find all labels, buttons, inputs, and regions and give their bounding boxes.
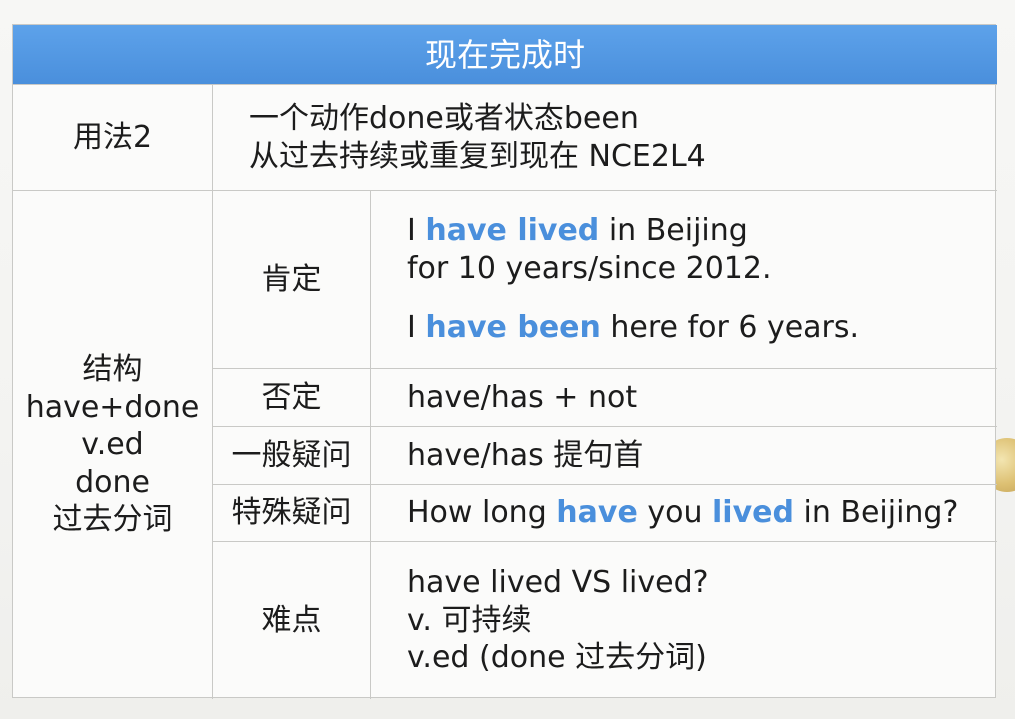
text: in Beijing? <box>793 495 959 531</box>
text: How long <box>407 495 557 531</box>
usage-line-1: 一个动作done或者状态been <box>249 101 639 136</box>
difficulty-line-2: v. 可持续 <box>407 602 532 638</box>
usage-line-2: 从过去持续或重复到现在 NCE2L4 <box>249 138 706 174</box>
highlight-text: lived <box>712 495 794 531</box>
slide-background: 现在完成时 用法2 一个动作done或者状态been 从过去持续或重复到现在 N… <box>0 0 1015 719</box>
structure-cell: 结构 have+done v.ed done 过去分词 <box>13 191 213 699</box>
highlight-text: have lived <box>425 213 600 249</box>
highlight-text: have been <box>425 310 601 346</box>
text: I <box>407 310 426 346</box>
structure-line: done <box>75 464 150 500</box>
special-question-label: 特殊疑问 <box>213 485 371 542</box>
structure-line: v.ed <box>81 427 144 463</box>
affirmative-label: 肯定 <box>213 191 371 369</box>
negative-content: have/has + not <box>371 369 997 427</box>
text: in Beijing <box>599 213 748 249</box>
affirmative-example-1-cont: for 10 years/since 2012. <box>407 250 772 286</box>
structure-line: have+done <box>25 389 200 425</box>
usage-description: 一个动作done或者状态been 从过去持续或重复到现在 NCE2L4 <box>213 85 997 191</box>
structure-line: 过去分词 <box>52 502 173 538</box>
difficulty-content: have lived VS lived? v. 可持续 v.ed (done 过… <box>371 542 997 699</box>
difficulty-line-1: have lived VS lived? <box>407 565 709 601</box>
affirmative-example-1: I have lived in Beijing <box>407 212 748 250</box>
table-title: 现在完成时 <box>13 25 997 85</box>
highlight-text: have <box>556 495 638 531</box>
text: here for 6 years. <box>600 310 860 346</box>
structure-line: 结构 <box>82 352 143 388</box>
special-question-content: How long have you lived in Beijing? <box>371 485 997 542</box>
general-question-label: 一般疑问 <box>213 427 371 485</box>
difficulty-line-3: v.ed (done 过去分词) <box>407 640 707 676</box>
grammar-table: 现在完成时 用法2 一个动作done或者状态been 从过去持续或重复到现在 N… <box>12 24 997 699</box>
special-question-sentence: How long have you lived in Beijing? <box>407 494 958 532</box>
general-question-content: have/has 提句首 <box>371 427 997 485</box>
text: I <box>407 213 426 249</box>
negative-label: 否定 <box>213 369 371 427</box>
affirmative-example-2: I have been here for 6 years. <box>407 309 859 347</box>
difficulty-label: 难点 <box>213 542 371 699</box>
affirmative-examples: I have lived in Beijing for 10 years/sin… <box>371 191 997 369</box>
usage-label: 用法2 <box>13 85 213 191</box>
text: you <box>637 495 712 531</box>
